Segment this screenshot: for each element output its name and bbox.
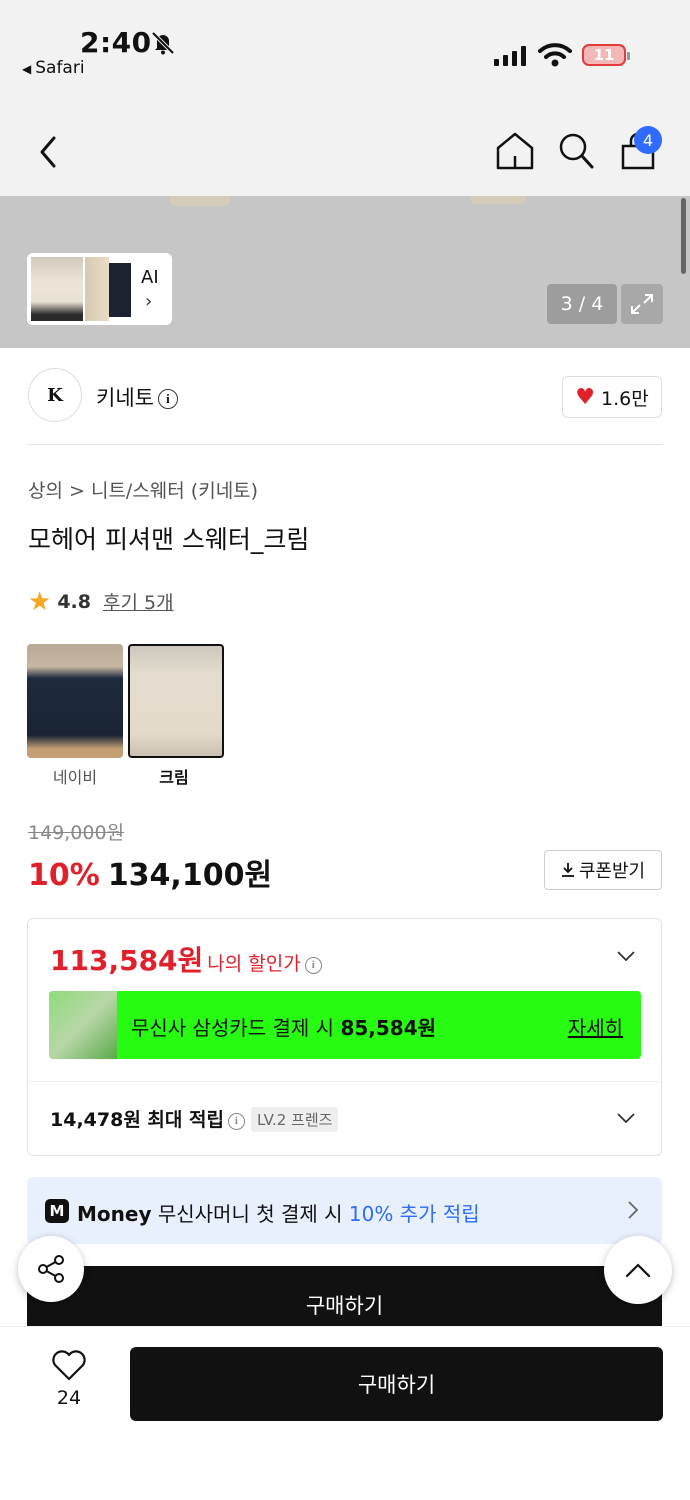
brand-name: 키네토 — [96, 386, 154, 410]
review-count-link[interactable]: 후기 5개 — [103, 588, 174, 615]
brand-name-link[interactable]: 키네토 i — [96, 382, 178, 412]
sale-price: 134,100원 — [107, 858, 273, 893]
product-image-gallery[interactable]: AI › 3 / 4 — [0, 196, 690, 348]
top-nav-bar — [0, 100, 690, 196]
chevron-down-icon[interactable] — [617, 1113, 635, 1123]
ai-thumbnail-image — [109, 263, 131, 317]
category-breadcrumb[interactable]: 상의 > 니트/스웨터 (키네토) — [28, 476, 258, 503]
ai-styling-card[interactable]: AI › — [27, 253, 172, 325]
buy-button[interactable]: 구매하기 — [130, 1347, 663, 1421]
coupon-download-button[interactable]: 쿠폰받기 — [544, 850, 662, 890]
brand-like-button[interactable]: ♥ 1.6만 — [562, 376, 662, 418]
money-text: 무신사머니 첫 결제 시 — [151, 1202, 349, 1226]
inline-buy-button[interactable]: 구매하기 — [27, 1266, 662, 1326]
chevron-up-icon — [625, 1263, 651, 1278]
wishlist-count: 24 — [56, 1387, 82, 1409]
download-icon — [561, 863, 574, 877]
ai-label: AI — [141, 267, 159, 288]
heart-outline-icon — [52, 1350, 86, 1381]
card-offer-prefix: 무신사 삼성카드 결제 시 — [131, 1016, 341, 1040]
discount-rate: 10% — [28, 858, 100, 893]
my-discount-label: 나의 할인가 — [207, 953, 301, 975]
color-option-cream[interactable] — [128, 644, 224, 758]
card-detail-link[interactable]: 자세히 — [568, 1012, 623, 1041]
search-icon[interactable] — [556, 130, 596, 172]
card-offer-image — [49, 991, 117, 1059]
scroll-to-top-button[interactable] — [604, 1236, 672, 1304]
home-icon[interactable] — [494, 130, 536, 172]
brand-logo[interactable]: K — [28, 368, 82, 422]
product-title: 모헤어 피셔맨 스웨터_크림 — [28, 525, 310, 554]
brand-logo-letter: K — [47, 384, 63, 406]
info-icon[interactable]: i — [157, 389, 178, 409]
cellular-signal-icon — [494, 44, 526, 66]
bell-muted-icon — [151, 31, 175, 55]
status-bar: 2:40 ◀ Safari 11 — [0, 0, 690, 100]
product-image-fragment — [470, 196, 526, 204]
share-button[interactable] — [18, 1236, 84, 1302]
ai-thumbnail-image — [31, 257, 83, 321]
chevron-right-icon: › — [145, 291, 153, 312]
share-icon — [38, 1255, 64, 1283]
rating-row: ★ 4.8 후기 5개 — [28, 588, 174, 615]
back-chevron-icon[interactable] — [34, 132, 64, 172]
card-offer-banner[interactable]: 무신사 삼성카드 결제 시 85,584원 자세히 — [49, 991, 641, 1059]
info-icon[interactable]: i — [304, 956, 322, 974]
clock: 2:40 — [80, 26, 152, 59]
page-scrollbar[interactable] — [681, 198, 686, 274]
money-brand: Money — [77, 1202, 152, 1226]
expand-icon[interactable] — [621, 284, 663, 324]
max-points: 14,478원 최대 적립 — [50, 1109, 224, 1131]
rating-score: 4.8 — [57, 590, 91, 613]
brand-row: K 키네토 i ♥ 1.6만 — [28, 368, 662, 424]
benefit-box: 113,584원 나의 할인가 i 무신사 삼성카드 결제 시 85,584원 자세… — [27, 918, 662, 1156]
back-app-label: Safari — [35, 58, 85, 78]
image-page-indicator: 3 / 4 — [547, 284, 617, 324]
cart-count-badge: 4 — [634, 126, 662, 154]
battery-level: 11 — [593, 46, 615, 64]
color-label-cream: 크림 — [159, 768, 189, 787]
divider — [28, 444, 662, 445]
chevron-right-icon — [628, 1201, 638, 1219]
my-discount-price-row[interactable]: 113,584원 나의 할인가 i — [50, 939, 322, 979]
wishlist-button[interactable]: 24 — [48, 1349, 90, 1409]
original-price: 149,000원 — [28, 822, 125, 844]
coupon-label: 쿠폰받기 — [578, 861, 646, 882]
price-row: 10% 134,100원 — [28, 850, 272, 894]
brand-like-count: 1.6만 — [601, 387, 649, 410]
wifi-icon — [538, 43, 572, 67]
color-label-navy: 네이비 — [52, 768, 98, 787]
money-accent: 10% 추가 적립 — [348, 1202, 480, 1226]
money-logo-icon: M — [45, 1199, 69, 1223]
musinsa-money-banner[interactable]: M Money 무신사머니 첫 결제 시 10% 추가 적립 — [27, 1177, 662, 1244]
back-triangle-icon: ◀ — [22, 62, 32, 76]
bottom-action-bar: 24 구매하기 — [0, 1326, 690, 1500]
heart-filled-icon: ♥ — [575, 384, 596, 410]
money-banner-text: Money 무신사머니 첫 결제 시 10% 추가 적립 — [77, 1198, 480, 1227]
card-offer-text: 무신사 삼성카드 결제 시 85,584원 — [131, 1012, 436, 1041]
my-discount-price: 113,584원 — [50, 944, 204, 977]
chevron-down-icon[interactable] — [617, 951, 635, 961]
divider — [28, 1081, 661, 1082]
color-option-navy[interactable] — [27, 644, 123, 758]
battery-icon: 11 — [582, 44, 630, 66]
ai-thumbnail-image — [85, 257, 109, 321]
back-to-app-link[interactable]: ◀ Safari — [22, 58, 85, 78]
star-icon: ★ — [28, 586, 52, 617]
card-offer-amount: 85,584원 — [340, 1016, 437, 1040]
points-row[interactable]: 14,478원 최대 적립 i LV.2 프렌즈 — [50, 1105, 339, 1132]
member-level-badge: LV.2 프렌즈 — [250, 1107, 339, 1132]
product-image-fragment — [170, 196, 230, 206]
info-icon[interactable]: i — [227, 1112, 245, 1130]
